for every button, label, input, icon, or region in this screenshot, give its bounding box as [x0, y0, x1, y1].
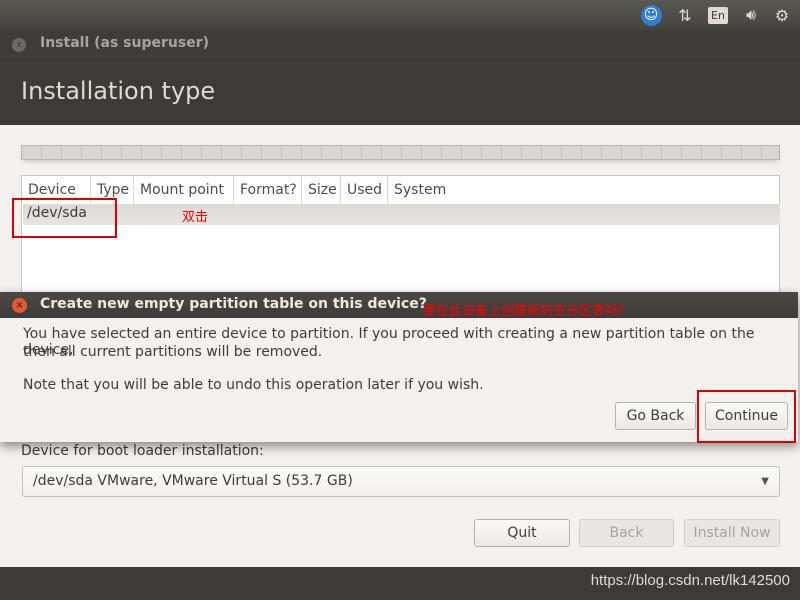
network-icon[interactable]: ⇅ — [674, 4, 696, 26]
volume-icon[interactable]: 🔊︎ — [739, 4, 763, 26]
annotation-box-device — [12, 198, 117, 238]
partition-table-dialog: × Create new empty partition table on th… — [0, 292, 798, 442]
quit-button[interactable]: Quit — [474, 519, 570, 547]
top-panel: ☺ ⇅ En 🔊︎ ⚙ — [0, 0, 800, 30]
accessibility-icon[interactable]: ☺ — [640, 4, 662, 26]
boot-loader-value: /dev/sda VMware, VMware Virtual S (53.7 … — [33, 473, 353, 489]
bottom-bar: https://blog.csdn.net/lk142500 — [0, 567, 800, 600]
power-gear-icon[interactable]: ⚙ — [770, 4, 794, 26]
column-format[interactable]: Format? — [234, 176, 302, 204]
column-size[interactable]: Size — [302, 176, 341, 204]
dialog-message-line2: then all current partitions will be remo… — [23, 344, 323, 360]
go-back-button[interactable]: Go Back — [615, 402, 696, 430]
window-title: Install (as superuser) — [40, 35, 209, 51]
column-used[interactable]: Used — [341, 176, 388, 204]
chevron-down-icon: ▼ — [761, 476, 769, 487]
dialog-note: Note that you will be able to undo this … — [23, 377, 484, 393]
column-mount-point[interactable]: Mount point — [134, 176, 234, 204]
keyboard-layout-label: En — [708, 6, 728, 24]
boot-loader-select[interactable]: /dev/sda VMware, VMware Virtual S (53.7 … — [22, 466, 780, 497]
annotation-box-continue — [697, 390, 796, 443]
dialog-titlebar: × Create new empty partition table on th… — [0, 292, 798, 319]
partition-table[interactable]: Device Type Mount point Format? Size Use… — [21, 175, 780, 300]
partition-bar — [21, 145, 780, 160]
close-icon[interactable]: x — [12, 38, 26, 52]
annotation-double-click: 双击 — [182, 210, 209, 225]
window-titlebar: x Install (as superuser) — [0, 30, 800, 58]
back-button[interactable]: Back — [579, 519, 674, 547]
keyboard-layout-icon[interactable]: En — [707, 4, 729, 26]
column-system[interactable]: System — [388, 176, 780, 204]
table-row[interactable]: /dev/sda — [23, 204, 780, 225]
dialog-close-icon[interactable]: × — [12, 298, 27, 313]
install-now-button[interactable]: Install Now — [684, 519, 780, 547]
dialog-title: Create new empty partition table on this… — [40, 296, 427, 312]
boot-loader-label: Device for boot loader installation: — [21, 443, 264, 459]
watermark: https://blog.csdn.net/lk142500 — [590, 572, 790, 589]
page-header: Installation type — [0, 58, 800, 125]
annotation-dialog-note: 要在此设备上创建新的空分区表吗？ — [423, 304, 632, 319]
page-title: Installation type — [21, 77, 216, 105]
